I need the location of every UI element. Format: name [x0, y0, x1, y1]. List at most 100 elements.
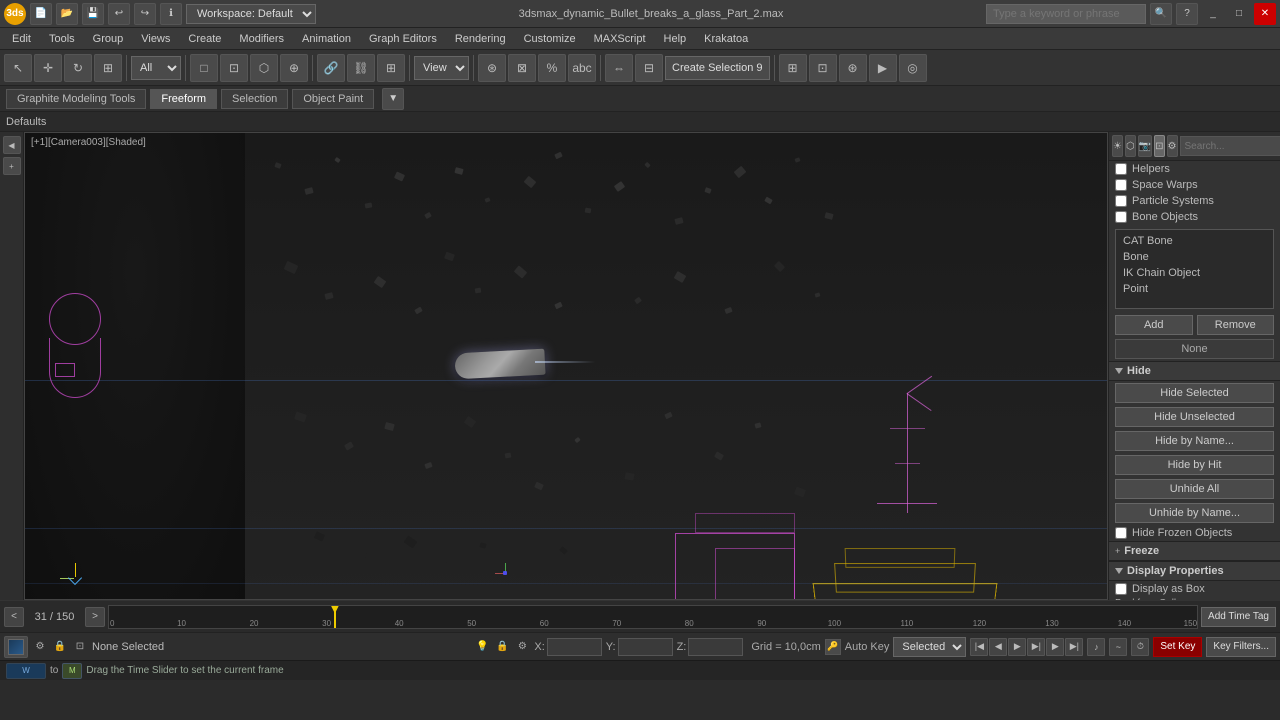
viewport[interactable]: [+1][Camera003][Shaded] — [24, 132, 1108, 600]
spinner-btn[interactable]: abc — [568, 54, 596, 82]
maximize-btn[interactable]: □ — [1228, 3, 1250, 25]
bone-objects-checkbox-row[interactable]: Bone Objects — [1109, 209, 1280, 225]
rotate-tool[interactable]: ↻ — [64, 54, 92, 82]
hide-selected-btn[interactable]: Hide Selected — [1115, 383, 1274, 403]
close-btn[interactable]: ✕ — [1254, 3, 1276, 25]
sound-btn[interactable]: ♪ — [1087, 638, 1105, 656]
list-item-ik-chain[interactable]: IK Chain Object — [1119, 265, 1270, 281]
go-start-btn[interactable]: |◀ — [970, 638, 988, 656]
bone-objects-checkbox[interactable] — [1115, 211, 1127, 223]
render-setup-btn[interactable]: ⊛ — [839, 54, 867, 82]
search-btn[interactable]: 🔍 — [1150, 3, 1172, 25]
space-warps-checkbox-row[interactable]: Space Warps — [1109, 177, 1280, 193]
list-item-point[interactable]: Point — [1119, 281, 1270, 297]
particle-systems-checkbox[interactable] — [1115, 195, 1127, 207]
menu-edit[interactable]: Edit — [4, 31, 39, 47]
rp-camera-icon[interactable]: 📷 — [1138, 135, 1152, 157]
time-config-btn[interactable]: ⏱ — [1131, 638, 1149, 656]
tab-freeform[interactable]: Freeform — [150, 89, 217, 109]
menu-help[interactable]: Help — [656, 31, 695, 47]
unlink-btn[interactable]: ⛓ — [347, 54, 375, 82]
particle-systems-checkbox-row[interactable]: Particle Systems — [1109, 193, 1280, 209]
render-btn[interactable]: ▶ — [869, 54, 897, 82]
next-frame-btn[interactable]: ▶ — [1046, 638, 1064, 656]
lasso-btn[interactable]: ⬡ — [250, 54, 278, 82]
remove-btn[interactable]: Remove — [1197, 315, 1275, 335]
rp-light-icon[interactable]: ☀ — [1112, 135, 1123, 157]
workspace-dropdown[interactable]: Workspace: Default — [186, 4, 316, 24]
menu-animation[interactable]: Animation — [294, 31, 359, 47]
add-btn[interactable]: Add — [1115, 315, 1193, 335]
scale-tool[interactable]: ⊞ — [94, 54, 122, 82]
go-end-btn[interactable]: ▶| — [1065, 638, 1083, 656]
info-btn[interactable]: ℹ — [160, 3, 182, 25]
filter-dropdown[interactable]: All — [131, 56, 181, 80]
helpers-checkbox-row[interactable]: Helpers — [1109, 161, 1280, 177]
mini-curve-btn[interactable]: ~ — [1109, 638, 1127, 656]
redo-btn[interactable]: ↪ — [134, 3, 156, 25]
menu-group[interactable]: Group — [85, 31, 132, 47]
subtool-extra-btn[interactable]: ▼ — [382, 88, 404, 110]
magnet-btn[interactable]: ⊛ — [478, 54, 506, 82]
status-icon-1[interactable]: ⚙ — [32, 639, 48, 655]
create-selection-btn[interactable]: Create Selection 9 — [665, 56, 770, 80]
space-warps-checkbox[interactable] — [1115, 179, 1127, 191]
material-btn[interactable]: ⊡ — [809, 54, 837, 82]
hide-by-name-btn[interactable]: Hide by Name... — [1115, 431, 1274, 451]
menu-views[interactable]: Views — [133, 31, 178, 47]
hide-unselected-btn[interactable]: Hide Unselected — [1115, 407, 1274, 427]
new-file-btn[interactable]: 📄 — [30, 3, 52, 25]
rp-search[interactable] — [1180, 136, 1280, 156]
tab-selection[interactable]: Selection — [221, 89, 288, 109]
active-shade-btn[interactable]: ◎ — [899, 54, 927, 82]
tab-graphite[interactable]: Graphite Modeling Tools — [6, 89, 146, 109]
minimize-btn[interactable]: _ — [1202, 3, 1224, 25]
ls-btn1[interactable]: + — [3, 157, 21, 175]
list-item-bone[interactable]: Bone — [1119, 249, 1270, 265]
play-selected-btn[interactable]: ▶| — [1027, 638, 1045, 656]
mirror-btn[interactable]: ⇔ — [605, 54, 633, 82]
search-box[interactable] — [986, 4, 1146, 24]
y-input[interactable] — [618, 638, 673, 656]
tab-object-paint[interactable]: Object Paint — [292, 89, 374, 109]
prompt-icon-max[interactable]: M — [62, 663, 82, 679]
save-file-btn[interactable]: 💾 — [82, 3, 104, 25]
align-btn[interactable]: ⊟ — [635, 54, 663, 82]
mini-color-btn[interactable] — [4, 636, 28, 658]
schematic-btn[interactable]: ⊞ — [779, 54, 807, 82]
display-props-section-header[interactable]: Display Properties — [1109, 561, 1280, 581]
select-tool[interactable]: ↖ — [4, 54, 32, 82]
set-key-btn[interactable]: Set Key — [1153, 637, 1202, 657]
helpers-checkbox[interactable] — [1115, 163, 1127, 175]
list-item-cat-bone[interactable]: CAT Bone — [1119, 233, 1270, 249]
tl-prev-btn[interactable]: < — [4, 607, 24, 627]
add-time-tag-btn[interactable]: Add Time Tag — [1201, 607, 1276, 627]
menu-graph-editors[interactable]: Graph Editors — [361, 31, 445, 47]
undo-btn[interactable]: ↩ — [108, 3, 130, 25]
settings-icon[interactable]: ⚙ — [514, 639, 530, 655]
rp-display-icon[interactable]: ⊡ — [1154, 135, 1164, 157]
snap-btn[interactable]: ⊠ — [508, 54, 536, 82]
open-file-btn[interactable]: 📂 — [56, 3, 78, 25]
left-panel-toggle[interactable]: ◀ — [3, 136, 21, 154]
key-filters-btn[interactable]: Key Filters... — [1206, 637, 1276, 657]
lock-icon[interactable]: 🔒 — [494, 639, 510, 655]
rp-util-icon[interactable]: ⚙ — [1167, 135, 1178, 157]
percent-btn[interactable]: % — [538, 54, 566, 82]
display-as-box-checkbox[interactable] — [1115, 583, 1127, 595]
none-btn[interactable]: None — [1115, 339, 1274, 359]
hide-frozen-row[interactable]: Hide Frozen Objects — [1109, 525, 1280, 541]
link-btn[interactable]: 🔗 — [317, 54, 345, 82]
menu-tools[interactable]: Tools — [41, 31, 83, 47]
selected-dropdown[interactable]: Selected — [893, 637, 966, 657]
move-tool[interactable]: ✛ — [34, 54, 62, 82]
rp-shape-icon[interactable]: ⬡ — [1125, 135, 1136, 157]
play-btn[interactable]: ▶ — [1008, 638, 1026, 656]
menu-krakatoa[interactable]: Krakatoa — [696, 31, 756, 47]
display-as-box-row[interactable]: Display as Box — [1109, 581, 1280, 597]
bind-btn[interactable]: ⊞ — [377, 54, 405, 82]
welcome-icon[interactable]: W — [6, 663, 46, 679]
menu-modifiers[interactable]: Modifiers — [231, 31, 292, 47]
select-region-btn[interactable]: □ — [190, 54, 218, 82]
menu-rendering[interactable]: Rendering — [447, 31, 514, 47]
